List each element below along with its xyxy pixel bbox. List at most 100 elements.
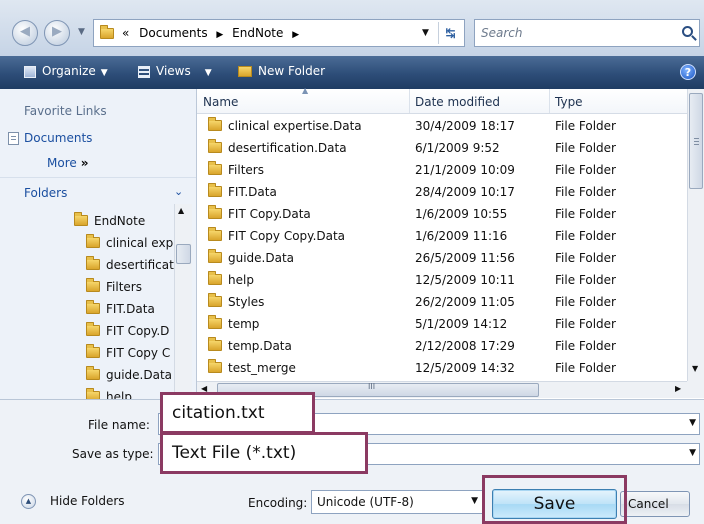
new-folder-button[interactable]: New Folder xyxy=(238,64,325,78)
file-name: help xyxy=(228,273,254,287)
tree-item[interactable]: clinical exp xyxy=(86,233,174,255)
tree-item-label: EndNote xyxy=(94,214,146,228)
file-row[interactable]: desertification.Data 6/1/2009 9:52 File Fo… xyxy=(197,137,687,159)
folder-icon xyxy=(74,212,88,226)
address-dropdown-icon[interactable]: ▼ xyxy=(422,28,429,38)
more-links[interactable]: More» xyxy=(47,156,89,170)
folder-icon xyxy=(86,344,100,358)
folder-icon xyxy=(86,366,100,380)
tree-item-label: Filters xyxy=(106,280,142,294)
tree-item-label: clinical exp xyxy=(106,236,174,250)
file-date: 12/5/2009 10:11 xyxy=(415,273,515,287)
file-row[interactable]: Styles 26/2/2009 11:05 File Folder xyxy=(197,291,687,313)
save-type-label: Save as type: xyxy=(72,447,154,461)
tree-scrollbar[interactable]: ▲ xyxy=(174,204,192,399)
tree-item[interactable]: Filters xyxy=(86,277,174,299)
file-row[interactable]: FIT.Data 28/4/2009 10:17 File Folder xyxy=(197,181,687,203)
scroll-right-icon[interactable]: ▶ xyxy=(675,384,681,393)
chevron-down-icon: ▼ xyxy=(471,496,478,506)
folder-icon xyxy=(86,300,100,314)
tree-item-label: FIT Copy C xyxy=(106,346,171,360)
tree-item[interactable]: FIT Copy C xyxy=(86,343,174,365)
breadcrumb[interactable]: « Documents ▶ EndNote ▶ ▼ ↹ xyxy=(93,19,465,47)
file-row[interactable]: FIT Copy Copy.Data 1/6/2009 11:16 File Fol… xyxy=(197,225,687,247)
column-header-type[interactable]: Type xyxy=(555,95,583,109)
file-name: FIT.Data xyxy=(228,185,277,199)
folder-icon xyxy=(208,249,222,263)
tree-item-label: guide.Data xyxy=(106,368,173,382)
new-folder-label: New Folder xyxy=(258,64,326,78)
file-date: 6/1/2009 9:52 xyxy=(415,141,500,155)
file-row[interactable]: test_merge 12/5/2009 14:32 File Folder xyxy=(197,357,687,379)
folder-icon xyxy=(208,117,222,131)
file-name-label: File name: xyxy=(88,418,150,432)
file-row[interactable]: clinical expertise.Data 30/4/2009 18:17 Fi… xyxy=(197,115,687,137)
column-divider[interactable] xyxy=(409,89,410,113)
grip-icon: III xyxy=(368,382,376,391)
file-name: clinical expertise.Data xyxy=(228,119,362,133)
file-name: temp xyxy=(228,317,260,331)
file-row[interactable]: FIT Copy.Data 1/6/2009 10:55 File Folder xyxy=(197,203,687,225)
scrollbar-thumb[interactable] xyxy=(176,244,191,264)
back-arrow-icon: ◀ xyxy=(20,24,30,39)
search-input[interactable] xyxy=(481,25,661,41)
favorite-links-heading: Favorite Links xyxy=(24,104,107,118)
breadcrumb-endnote[interactable]: EndNote xyxy=(232,26,283,40)
file-name: test_merge xyxy=(228,361,296,375)
list-vertical-scrollbar[interactable]: ▼ xyxy=(687,89,704,381)
forward-button[interactable]: ▶ xyxy=(44,20,70,46)
file-type: File Folder xyxy=(555,141,616,155)
tree-item[interactable]: FIT Copy.D xyxy=(86,321,174,343)
views-button[interactable]: Views ▼ xyxy=(138,64,212,78)
file-row[interactable]: temp 5/1/2009 14:12 File Folder xyxy=(197,313,687,335)
organize-button[interactable]: Organize ▼ xyxy=(24,64,108,78)
back-button[interactable]: ◀ xyxy=(12,20,38,46)
file-date: 2/12/2008 17:29 xyxy=(415,339,515,353)
file-row[interactable]: help 12/5/2009 10:11 File Folder xyxy=(197,269,687,291)
column-divider[interactable] xyxy=(549,89,550,113)
file-name: FIT Copy Copy.Data xyxy=(228,229,346,243)
tree-item[interactable]: desertificat xyxy=(86,255,174,277)
file-row[interactable]: guide.Data 26/5/2009 11:56 File Folder xyxy=(197,247,687,269)
scroll-down-icon[interactable]: ▼ xyxy=(692,364,698,373)
file-name: Styles xyxy=(228,295,265,309)
column-header-name[interactable]: Name xyxy=(203,95,238,109)
breadcrumb-arrow-icon[interactable]: ▶ xyxy=(292,30,299,40)
encoding-select[interactable]: Unicode (UTF-8) ▼ xyxy=(311,490,483,514)
help-icon[interactable]: ? xyxy=(680,64,696,80)
breadcrumb-overflow[interactable]: « xyxy=(122,26,129,40)
recent-pages-chevron-icon[interactable]: ▼ xyxy=(78,27,85,37)
tree-item-endnote[interactable]: EndNote xyxy=(70,211,174,233)
tree-item[interactable]: FIT.Data xyxy=(86,299,174,321)
cancel-button[interactable]: Cancel xyxy=(620,491,690,517)
chevron-down-icon[interactable]: ⌄ xyxy=(174,185,183,198)
file-name-highlight[interactable]: citation.txt xyxy=(160,392,315,434)
scroll-up-icon[interactable]: ▲ xyxy=(178,206,184,215)
breadcrumb-documents[interactable]: Documents xyxy=(139,26,207,40)
grip-icon xyxy=(694,138,699,145)
encoding-value: Unicode (UTF-8) xyxy=(317,495,414,509)
navigation-pane: Favorite Links Documents More» Folders ⌄… xyxy=(0,89,197,399)
address-bar: ◀ ▶ ▼ « Documents ▶ EndNote ▶ ▼ ↹ xyxy=(0,0,704,56)
folder-icon xyxy=(208,139,222,153)
column-header-date[interactable]: Date modified xyxy=(415,95,500,109)
file-name: desertification.Data xyxy=(228,141,347,155)
scrollbar-thumb[interactable] xyxy=(689,93,703,189)
save-type-highlight[interactable]: Text File (*.txt) xyxy=(160,432,368,474)
chevron-down-icon[interactable]: ▼ xyxy=(689,418,696,428)
file-type: File Folder xyxy=(555,317,616,331)
search-box[interactable] xyxy=(474,19,700,47)
file-row[interactable]: Filters 21/1/2009 10:09 File Folder xyxy=(197,159,687,181)
file-row[interactable]: temp.Data 2/12/2008 17:29 File Folder xyxy=(197,335,687,357)
organize-icon xyxy=(24,65,36,78)
favorite-link-documents[interactable]: Documents xyxy=(8,131,92,145)
breadcrumb-arrow-icon[interactable]: ▶ xyxy=(216,30,223,40)
refresh-icon[interactable]: ↹ xyxy=(438,22,462,44)
folders-header[interactable]: Folders ⌄ xyxy=(0,184,196,204)
folder-icon xyxy=(208,337,222,351)
search-icon[interactable] xyxy=(682,26,693,37)
chevron-up-icon: ▲ xyxy=(21,494,36,509)
tree-item[interactable]: guide.Data xyxy=(86,365,174,387)
folder-icon xyxy=(208,315,222,329)
chevron-down-icon[interactable]: ▼ xyxy=(689,448,696,458)
